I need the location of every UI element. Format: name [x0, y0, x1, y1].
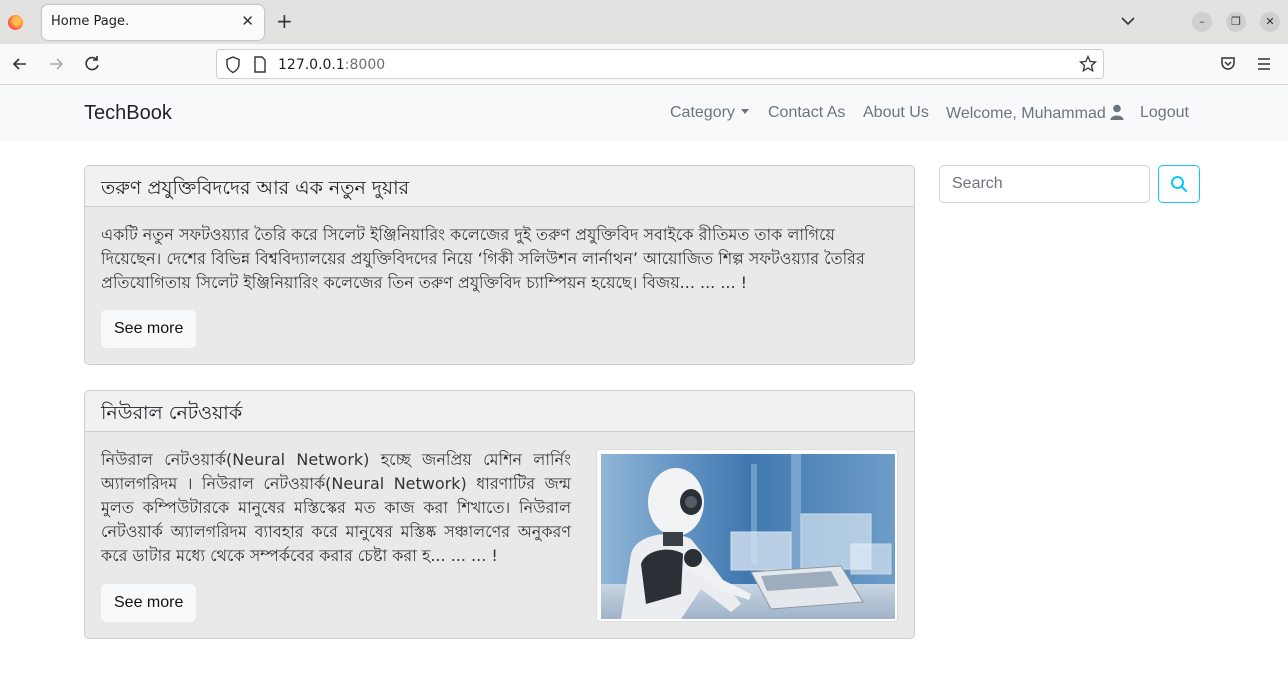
- firefox-logo-icon: [8, 15, 23, 30]
- nav-logout-link[interactable]: Logout: [1140, 104, 1189, 122]
- post-card: নিউরাল নেটওয়ার্ক নিউরাল নেটওয়ার্ক(Neur…: [84, 390, 915, 639]
- nav-about-link[interactable]: About Us: [863, 104, 929, 122]
- restore-button[interactable]: ❐: [1226, 12, 1246, 32]
- search-icon: [1171, 176, 1188, 193]
- post-title: তরুণ প্রযুক্তিবিদদের আর এক নতুন দুয়ার: [85, 166, 914, 207]
- close-window-button[interactable]: ✕: [1260, 12, 1280, 32]
- user-icon: [1110, 104, 1124, 120]
- post-card: তরুণ প্রযুক্তিবিদদের আর এক নতুন দুয়ার এ…: [84, 165, 915, 365]
- browser-toolbar: 127.0.0.1:8000: [0, 44, 1288, 85]
- minimize-button[interactable]: –: [1192, 12, 1212, 32]
- url-bar[interactable]: 127.0.0.1:8000: [216, 49, 1104, 79]
- post-excerpt: একটি নতুন সফটওয়্যার তৈরি করে সিলেট ইঞ্জ…: [101, 225, 865, 292]
- post-excerpt: নিউরাল নেটওয়ার্ক(Neural Network) হচ্ছে …: [101, 450, 571, 565]
- robot-laptop-image: [601, 454, 895, 619]
- url-text[interactable]: 127.0.0.1:8000: [278, 57, 385, 73]
- see-more-button[interactable]: See more: [101, 584, 197, 622]
- welcome-label: Welcome, Muhammad: [946, 105, 1106, 122]
- tab-close-icon[interactable]: ✕: [241, 12, 254, 30]
- search-button[interactable]: [1158, 165, 1200, 203]
- reload-icon[interactable]: [82, 54, 102, 74]
- chevron-down-icon[interactable]: [1119, 12, 1137, 30]
- site-navbar: TechBook Category Contact As About Us We…: [0, 85, 1288, 141]
- caret-down-icon: [740, 109, 749, 114]
- forward-arrow-icon[interactable]: [46, 54, 66, 74]
- post-thumbnail: [596, 449, 898, 622]
- nav-category-dropdown[interactable]: Category: [670, 104, 749, 122]
- nav-welcome-user[interactable]: Welcome, Muhammad: [946, 104, 1124, 123]
- tab-title: Home Page.: [51, 14, 130, 29]
- brand-logo[interactable]: TechBook: [84, 102, 172, 125]
- search-input[interactable]: [939, 165, 1150, 203]
- browser-tab[interactable]: Home Page. ✕: [42, 5, 264, 40]
- hamburger-menu-icon[interactable]: [1254, 54, 1274, 74]
- bookmark-star-icon[interactable]: [1079, 55, 1097, 73]
- post-title: নিউরাল নেটওয়ার্ক: [85, 391, 914, 432]
- back-arrow-icon[interactable]: [10, 54, 30, 74]
- new-tab-button[interactable]: +: [276, 9, 293, 33]
- see-more-button[interactable]: See more: [101, 310, 197, 348]
- nav-category-label: Category: [670, 104, 735, 121]
- nav-contact-link[interactable]: Contact As: [768, 104, 845, 122]
- browser-tab-bar: Home Page. ✕ + – ❐ ✕: [0, 0, 1288, 44]
- pocket-icon[interactable]: [1218, 54, 1238, 74]
- page-icon: [254, 56, 266, 73]
- shield-icon[interactable]: [225, 56, 241, 74]
